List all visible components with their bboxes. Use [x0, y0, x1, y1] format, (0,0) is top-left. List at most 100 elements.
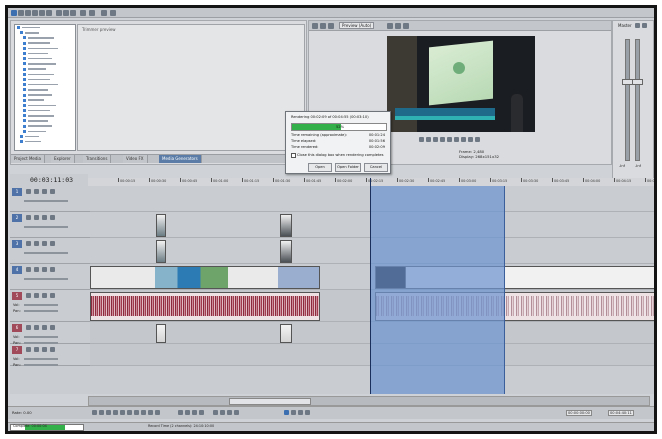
close-when-done-checkbox[interactable] [291, 153, 296, 158]
track-fx-icon[interactable] [42, 267, 47, 272]
play-from-start-transport-icon[interactable] [106, 410, 111, 415]
cut-icon[interactable] [56, 9, 62, 16]
track-volume-slider[interactable] [24, 358, 58, 360]
prev-frame-icon[interactable] [468, 137, 473, 142]
play-icon[interactable] [433, 137, 438, 142]
trim-icon[interactable] [220, 410, 225, 415]
go-to-end-icon[interactable] [461, 137, 466, 142]
track-solo-icon[interactable] [34, 189, 39, 194]
next-frame-transport-icon[interactable] [155, 410, 160, 415]
track-automation-icon[interactable] [50, 267, 55, 272]
preview-properties-icon[interactable] [312, 22, 318, 29]
stop-icon[interactable] [447, 137, 452, 142]
track-fx-icon[interactable] [42, 215, 47, 220]
pause-transport-icon[interactable] [120, 410, 125, 415]
external-monitor-icon[interactable] [320, 22, 326, 29]
master-left-fader[interactable] [625, 39, 630, 161]
copy-icon[interactable] [63, 9, 69, 16]
stop-transport-icon[interactable] [127, 410, 132, 415]
new-project-icon[interactable] [11, 9, 17, 16]
tab-media-generators[interactable]: Media Generators [159, 155, 202, 163]
play-from-start-icon[interactable] [426, 137, 431, 142]
track-automation-icon[interactable] [50, 347, 55, 352]
split-screen-icon[interactable] [328, 22, 334, 29]
normal-edit-tool-icon[interactable] [178, 410, 183, 415]
zoom-tool-icon[interactable] [199, 410, 204, 415]
track-mute-icon[interactable] [26, 267, 31, 272]
track-solo-icon[interactable] [34, 293, 39, 298]
go-to-end-transport-icon[interactable] [141, 410, 146, 415]
prev-frame-transport-icon[interactable] [148, 410, 153, 415]
overlays-icon[interactable] [387, 22, 393, 29]
save-as-icon[interactable] [32, 9, 38, 16]
track-fx-icon[interactable] [42, 347, 47, 352]
track-volume-slider[interactable] [24, 304, 58, 306]
render-as-icon[interactable] [39, 9, 45, 16]
video-clip[interactable] [156, 214, 166, 237]
help-icon[interactable] [110, 9, 116, 16]
go-to-start-icon[interactable] [454, 137, 459, 142]
redo-icon[interactable] [89, 9, 95, 16]
selection-tool-icon[interactable] [192, 410, 197, 415]
track-header-video[interactable]: 3 [10, 238, 90, 264]
enable-snapping-icon[interactable] [101, 9, 107, 16]
video-clip[interactable] [280, 214, 292, 237]
envelope-tool-icon[interactable] [185, 410, 190, 415]
track-mute-icon[interactable] [26, 189, 31, 194]
loop-playback-icon[interactable] [99, 410, 104, 415]
track-mute-icon[interactable] [26, 215, 31, 220]
video-clip[interactable] [156, 240, 166, 263]
track-volume-slider[interactable] [24, 336, 58, 338]
region-icon[interactable] [298, 410, 303, 415]
save-snapshot-icon[interactable] [403, 22, 409, 29]
cancel-button[interactable]: Cancel [364, 163, 388, 172]
master-mute-icon[interactable] [642, 23, 647, 28]
record-icon[interactable] [92, 410, 97, 415]
snap-icon[interactable] [305, 410, 310, 415]
audio-clip[interactable] [90, 292, 320, 321]
track-solo-icon[interactable] [34, 347, 39, 352]
track-level-slider[interactable] [24, 252, 68, 254]
copy-snapshot-icon[interactable] [395, 22, 401, 29]
playhead-cursor[interactable] [370, 178, 371, 394]
track-automation-icon[interactable] [50, 215, 55, 220]
paste-icon[interactable] [70, 9, 76, 16]
track-automation-icon[interactable] [50, 189, 55, 194]
track-header-audio[interactable]: 5 Vol: Pan: [10, 290, 90, 322]
preview-quality-dropdown[interactable]: Preview (Auto) [339, 22, 375, 29]
track-mute-icon[interactable] [26, 347, 31, 352]
scrollbar-thumb[interactable] [229, 398, 311, 405]
open-icon[interactable] [18, 9, 24, 16]
track-header-audio[interactable]: 7 Vol: Pan: [10, 344, 90, 367]
properties-icon[interactable] [46, 9, 52, 16]
audio-clip-small[interactable] [280, 324, 292, 343]
selection-region[interactable] [370, 186, 505, 394]
master-fx-icon[interactable] [635, 23, 640, 28]
track-fx-icon[interactable] [42, 293, 47, 298]
track-mute-icon[interactable] [26, 293, 31, 298]
video-clip[interactable] [90, 266, 320, 289]
go-to-start-transport-icon[interactable] [134, 410, 139, 415]
loop-icon[interactable] [419, 137, 424, 142]
track-automation-icon[interactable] [50, 325, 55, 330]
track-fx-icon[interactable] [42, 241, 47, 246]
track-mute-icon[interactable] [26, 241, 31, 246]
track-solo-icon[interactable] [34, 215, 39, 220]
marker-icon[interactable] [291, 410, 296, 415]
track-solo-icon[interactable] [34, 241, 39, 246]
open-button[interactable]: Open [308, 163, 332, 172]
track-pan-slider[interactable] [24, 364, 58, 366]
split-icon[interactable] [227, 410, 232, 415]
tab-project-media[interactable]: Project Media [11, 155, 45, 163]
track-mute-icon[interactable] [26, 325, 31, 330]
video-clip[interactable] [280, 240, 292, 263]
track-level-slider[interactable] [24, 278, 68, 280]
auto-ripple-icon[interactable] [284, 410, 289, 415]
track-level-slider[interactable] [24, 200, 68, 202]
track-fx-icon[interactable] [42, 189, 47, 194]
track-automation-icon[interactable] [50, 293, 55, 298]
track-solo-icon[interactable] [34, 325, 39, 330]
next-frame-icon[interactable] [475, 137, 480, 142]
folder-tree[interactable] [14, 24, 76, 151]
play-transport-icon[interactable] [113, 410, 118, 415]
